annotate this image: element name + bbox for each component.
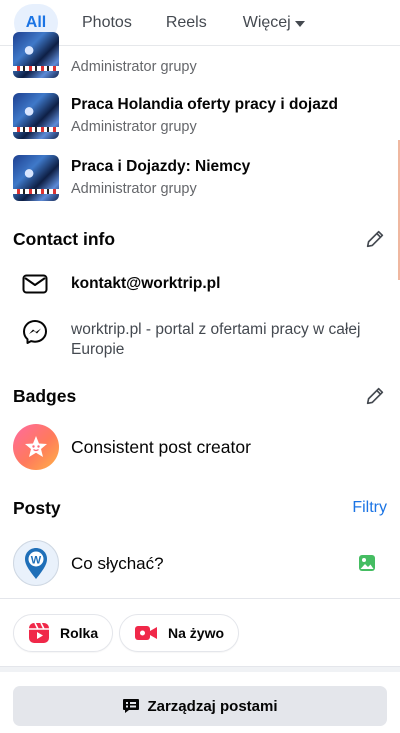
group-role: Administrator grupy [71, 59, 197, 75]
pencil-icon[interactable] [364, 385, 386, 407]
section-separator [0, 667, 400, 672]
caret-down-icon [294, 20, 305, 27]
badge-label[interactable]: Consistent post creator [71, 437, 251, 458]
contact-email[interactable]: kontakt@worktrip.pl [71, 275, 220, 293]
group-thumbnail [13, 155, 59, 201]
messenger-line-1: worktrip.pl - portal z ofertami pracy w … [71, 321, 361, 338]
manage-posts-label: Zarządzaj postami [147, 697, 278, 715]
manage-posts-button[interactable]: Zarządzaj postami [13, 686, 387, 726]
messenger-line-2: Europie [71, 341, 125, 358]
group-item[interactable]: Praca Holandia oferty pracy i dojazd Adm… [13, 93, 383, 139]
avatar[interactable]: W [13, 540, 59, 586]
filter-link[interactable]: Filtry [352, 499, 387, 517]
group-title: Praca i Dojazdy: Niemcy [71, 158, 251, 175]
live-button[interactable]: Na żywo [119, 614, 240, 652]
group-item[interactable]: Administrator grupy [13, 32, 383, 78]
messenger-icon [20, 317, 50, 347]
star-badge-icon [13, 424, 59, 470]
group-role: Administrator grupy [71, 119, 197, 135]
badges-heading: Badges [13, 386, 77, 406]
divider [0, 598, 400, 599]
manage-posts-icon [123, 699, 140, 713]
composer-input[interactable]: Co słychać? [71, 554, 164, 574]
contact-info-heading: Contact info [13, 229, 116, 249]
svg-text:W: W [31, 555, 42, 567]
photo-icon[interactable] [358, 554, 376, 572]
live-video-icon [135, 626, 157, 640]
reel-icon [29, 622, 49, 643]
tab-more-label: Więcej [242, 13, 291, 31]
group-title: Praca Holandia oferty pracy i dojazd [71, 96, 339, 113]
reel-label: Rolka [60, 625, 99, 641]
group-item[interactable]: Praca i Dojazdy: Niemcy Administrator gr… [13, 155, 383, 201]
group-role: Administrator grupy [71, 181, 197, 197]
posts-heading: Posty [13, 498, 61, 518]
reel-button[interactable]: Rolka [13, 614, 114, 652]
mail-icon [20, 269, 50, 299]
messenger-description: worktrip.pl - portal z ofertami pracy w … [71, 320, 391, 360]
pencil-icon[interactable] [364, 228, 386, 250]
group-thumbnail [13, 32, 59, 78]
live-label: Na żywo [168, 625, 225, 641]
group-thumbnail [13, 93, 59, 139]
